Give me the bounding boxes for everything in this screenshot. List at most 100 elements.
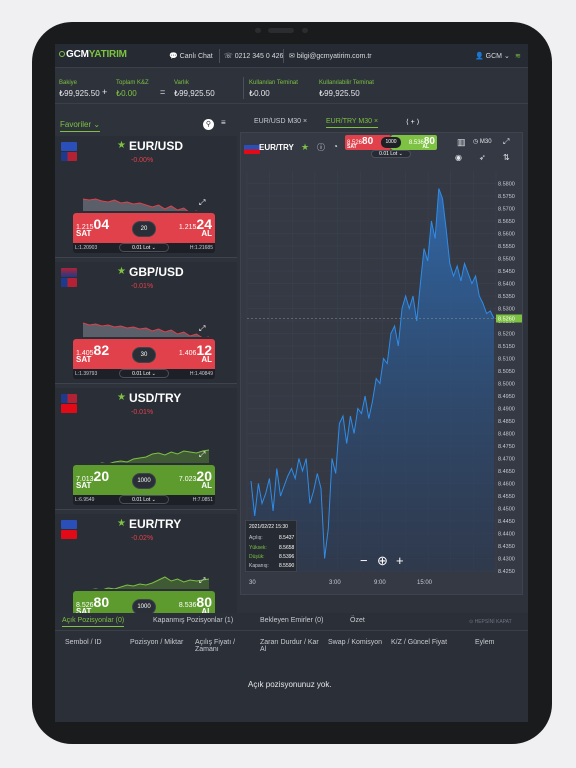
- y-tick-label: 8.4300: [498, 557, 515, 563]
- list-icon[interactable]: ≡: [221, 118, 226, 127]
- favorite-star-icon[interactable]: ★: [117, 266, 126, 277]
- balance-value: ₺99,925.50: [59, 89, 100, 98]
- y-tick-label: 8.5150: [498, 344, 515, 350]
- live-chat-link[interactable]: 💬 Canlı Chat: [169, 52, 213, 60]
- trade-box: 1.40582 SAT 1.40612 AL 30 L:1.39793 0.01…: [73, 339, 215, 379]
- favorite-star-icon[interactable]: ★: [117, 392, 126, 403]
- ohlc-close-label: Kapanış:: [249, 563, 269, 569]
- ohlc-date: 2021/02/22 15:30: [249, 524, 288, 530]
- wifi-icon: ≋: [515, 53, 521, 60]
- close-icon[interactable]: ×: [374, 118, 378, 125]
- sell-big: 20: [93, 468, 110, 484]
- lot-select[interactable]: 0.01 Lot ⌄: [119, 369, 169, 378]
- price-chart[interactable]: EUR/TRY ★ ⓘ ◔ 8.52680 SAT 8.53680 AL 100…: [240, 132, 523, 595]
- sell-label: SAT: [76, 481, 92, 490]
- user-menu[interactable]: 👤 GCM ⌄: [475, 52, 510, 60]
- sell-label: SAT: [76, 355, 92, 364]
- positions-panel: Açık Pozisyonlar (0) Kapanmış Pozisyonla…: [55, 613, 528, 722]
- close-all-button[interactable]: ⊙ HEPSİNİ KAPAT: [469, 619, 512, 625]
- add-tab-button[interactable]: ⟨ + ⟩: [406, 118, 419, 126]
- lot-select[interactable]: 0.01 Lot ⌄: [119, 495, 169, 504]
- equity-label: Varlık: [174, 80, 189, 86]
- chat-icon: 💬: [169, 53, 178, 60]
- low-value: L:1.20903: [75, 245, 98, 251]
- tab-eurtry[interactable]: EUR/TRY M30 ×: [326, 118, 379, 128]
- favorite-star-icon[interactable]: ★: [117, 140, 126, 151]
- favorites-dropdown[interactable]: Favoriler ⌄: [60, 120, 101, 132]
- expand-icon[interactable]: ⤢: [199, 576, 205, 586]
- favorite-star-icon[interactable]: ★: [117, 518, 126, 529]
- total-pl-label: Toplam K&Z: [116, 80, 149, 86]
- tab-label: EUR/USD M30: [254, 118, 302, 125]
- sell-big: 04: [93, 216, 110, 232]
- close-icon[interactable]: ×: [303, 118, 307, 125]
- expand-icon[interactable]: ⤢: [199, 324, 205, 334]
- logo[interactable]: GCMYATIRIM: [59, 49, 127, 60]
- tab-eurusd[interactable]: EUR/USD M30 ×: [254, 118, 307, 125]
- y-tick-label: 8.5400: [498, 282, 515, 288]
- quote-flag-icon: [61, 278, 77, 287]
- tab-open-positions[interactable]: Açık Pozisyonlar (0): [62, 617, 125, 627]
- divider: [283, 49, 284, 63]
- x-tick-label: 9:00: [374, 580, 386, 586]
- y-tick-label: 8.5300: [498, 307, 515, 313]
- base-flag-icon: [61, 520, 77, 529]
- logo-prefix: GCM: [66, 49, 89, 60]
- y-tick-label: 8.4450: [498, 519, 515, 525]
- buy-prefix: 1.406: [178, 350, 197, 357]
- expand-icon[interactable]: ⤢: [199, 198, 205, 208]
- y-tick-label: 8.5750: [498, 194, 515, 200]
- ohlc-open-value: 8.5437: [279, 535, 295, 541]
- tab-pending-orders[interactable]: Bekleyen Emirler (0): [260, 617, 323, 624]
- buy-prefix: 7.023: [178, 476, 197, 483]
- tab-summary[interactable]: Özet: [350, 617, 365, 624]
- lot-select[interactable]: 0.01 Lot ⌄: [119, 243, 169, 252]
- instrument-card[interactable]: ★ GBP/USD -0.01% ⤢ 1.40582 SAT 1.40612 A…: [55, 262, 237, 384]
- zoom-reset-button[interactable]: ⊕: [377, 553, 388, 569]
- search-icon[interactable]: ⚲: [203, 119, 214, 130]
- base-flag-icon: [61, 394, 77, 403]
- lot-label: 0.01 Lot: [132, 245, 151, 251]
- email-label: bilgi@gcmyatirim.com.tr: [296, 53, 372, 60]
- phone-label: 0212 345 0 426: [234, 53, 284, 60]
- pair-name: EUR/TRY: [129, 517, 182, 531]
- quantity[interactable]: 20: [132, 221, 156, 237]
- buy-prefix: 1.215: [178, 224, 197, 231]
- quantity[interactable]: 1000: [132, 473, 156, 489]
- y-tick-label: 8.5450: [498, 269, 515, 275]
- pair-name: USD/TRY: [129, 391, 182, 405]
- y-tick-label: 8.5600: [498, 232, 515, 238]
- change-percent: -0.01%: [131, 409, 154, 416]
- expand-icon[interactable]: ⤢: [199, 450, 205, 460]
- instrument-card[interactable]: ★ USD/TRY -0.01% ⤢ 7.01320 SAT 7.02320 A…: [55, 388, 237, 510]
- y-tick-label: 8.4650: [498, 469, 515, 475]
- buy-label: AL: [201, 481, 212, 490]
- y-tick-label: 8.4800: [498, 432, 515, 438]
- tab-closed-positions[interactable]: Kapanmış Pozisyonlar (1): [153, 617, 233, 624]
- phone-link[interactable]: ☏ 0212 345 0 426: [224, 52, 283, 60]
- ohlc-high-value: 8.5658: [279, 545, 295, 551]
- high-value: H:7.0851: [192, 497, 213, 503]
- col-pl: K/Z / Güncel Fiyat: [391, 639, 448, 646]
- y-tick-label: 8.5500: [498, 257, 515, 263]
- chevron-down-icon: ⌄: [93, 120, 101, 129]
- sell-big: 82: [93, 342, 110, 358]
- favorites-header: Favoriler ⌄ ⚲ ≡: [55, 118, 237, 132]
- used-margin-value: ₺0.00: [249, 89, 270, 98]
- ohlc-open-label: Açılış:: [249, 535, 263, 541]
- instrument-card[interactable]: ★ EUR/USD -0.00% ⤢ 1.21504 SAT 1.21524 A…: [55, 136, 237, 258]
- zoom-in-button[interactable]: +: [396, 553, 404, 568]
- pair-name: GBP/USD: [129, 265, 184, 279]
- buy-prefix: 8.536: [178, 602, 197, 609]
- ohlc-low-label: Düşük:: [249, 554, 265, 560]
- low-value: L:1.39793: [75, 371, 98, 377]
- sparkline: [83, 322, 209, 337]
- tab-label: EUR/TRY M30: [326, 118, 373, 125]
- email-link[interactable]: ✉ bilgi@gcmyatirim.com.tr: [289, 52, 372, 60]
- ohlc-tooltip: 2021/02/22 15:30 Açılış: 8.5437 Yüksek: 8.…: [245, 520, 297, 572]
- divider: [55, 630, 528, 631]
- col-swap: Swap / Komisyon: [328, 639, 383, 646]
- zoom-out-button[interactable]: −: [360, 553, 368, 568]
- lot-label: 0.01 Lot: [132, 371, 151, 377]
- quantity[interactable]: 30: [132, 347, 156, 363]
